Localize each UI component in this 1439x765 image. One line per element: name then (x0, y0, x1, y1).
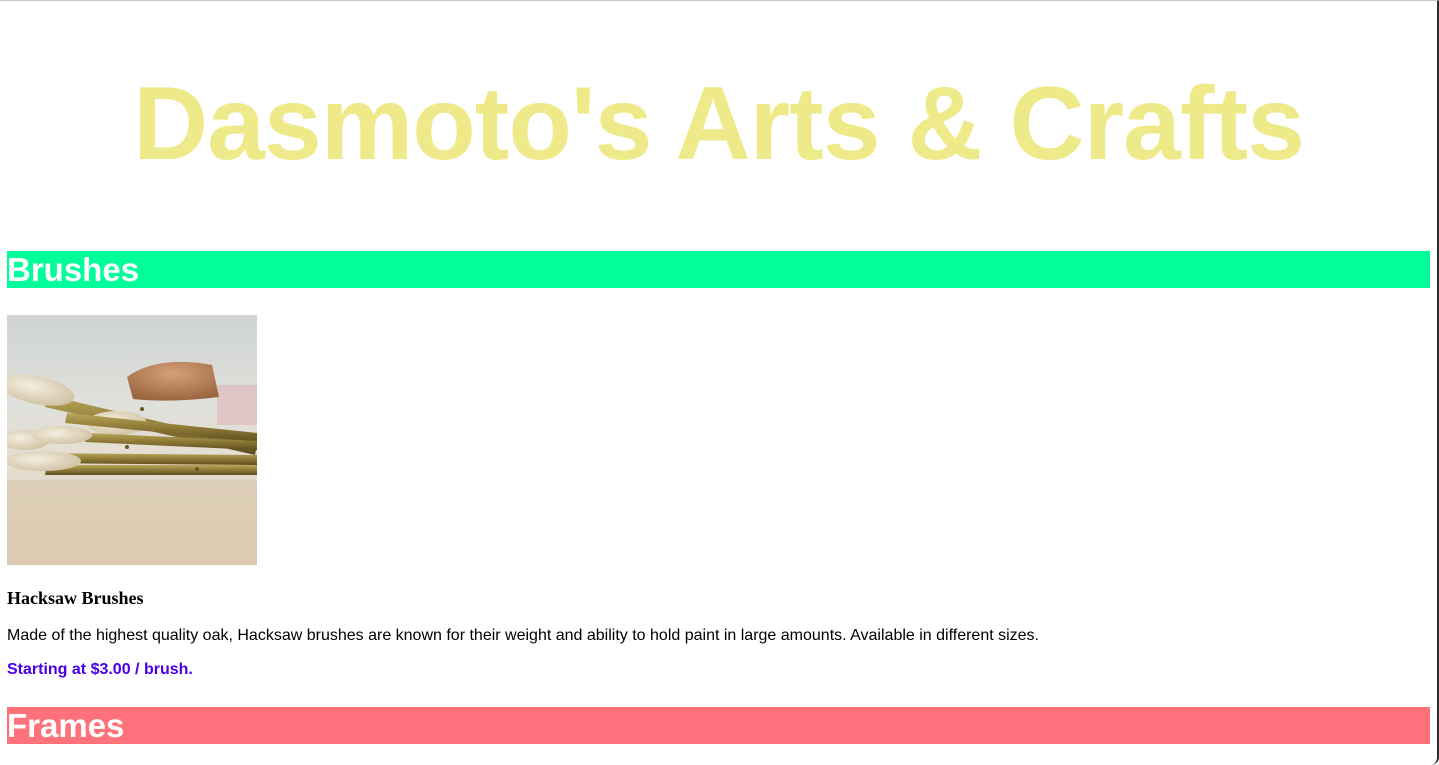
page: Dasmoto's Arts & Crafts Brushes Hacksaw … (0, 0, 1439, 765)
product-price: Starting at $3.00 / brush. (7, 661, 193, 678)
brushes-product-image (7, 315, 257, 565)
product-name: Hacksaw Brushes (7, 588, 144, 608)
section-heading-brushes: Brushes (7, 251, 1430, 288)
site-title: Dasmoto's Arts & Crafts (132, 66, 1305, 182)
section-heading-frames: Frames (7, 707, 1430, 744)
product-description: Made of the highest quality oak, Hacksaw… (7, 627, 1039, 644)
